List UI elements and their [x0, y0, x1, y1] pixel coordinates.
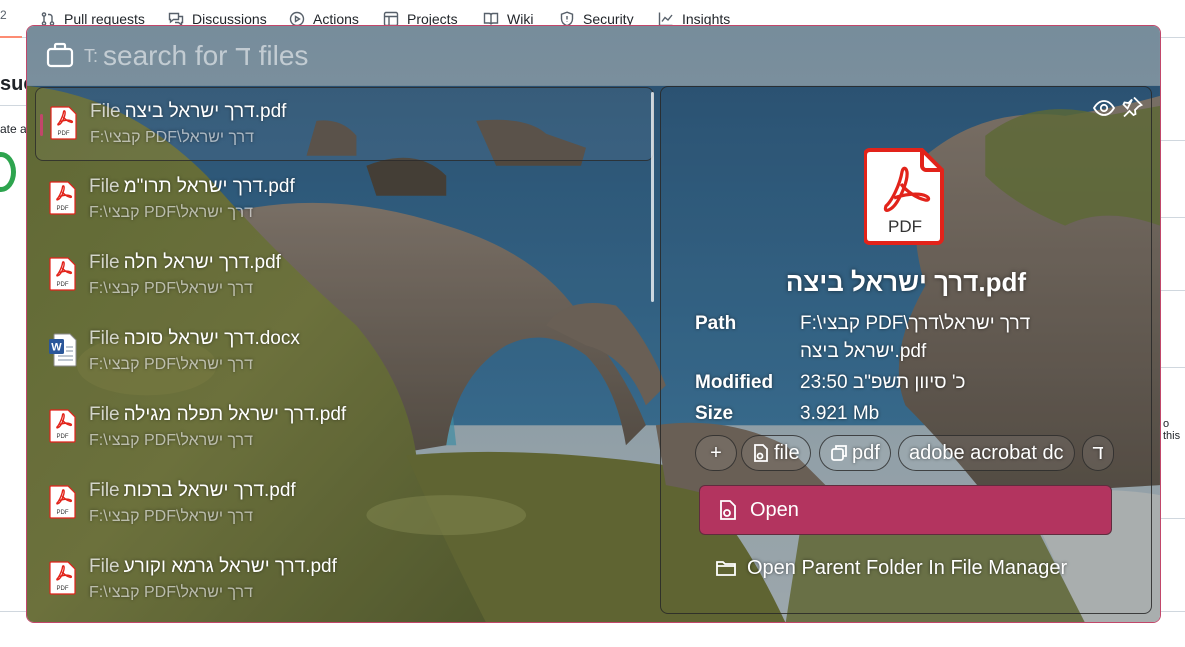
path-value-line1: F:\קבצי PDF\דרך ישראל\דרך: [800, 313, 1031, 334]
divider: [0, 105, 26, 106]
result-kind: File: [89, 556, 120, 577]
divider: [1161, 290, 1185, 291]
search-prefix: T:: [84, 46, 99, 66]
search-bar: T:: [27, 26, 1160, 86]
path-value-line2: ישראל ביצה.pdf: [800, 341, 927, 362]
result-item[interactable]: PDF File דרך ישראל ברכות.pdf F:\קבצי PDF\דר…: [35, 467, 654, 541]
result-title: File דרך ישראל סוכה.docx: [89, 328, 300, 350]
chip-label: adobe acrobat dc: [909, 441, 1064, 464]
svg-text:W: W: [51, 342, 62, 354]
add-tag-chip[interactable]: +: [695, 435, 737, 471]
divider: [1161, 367, 1185, 368]
results-list: PDF File דרך ישראל ביצה.pdf F:\קבצי PDF\דרך…: [35, 86, 654, 622]
active-tab-underline: [0, 36, 22, 38]
result-filename: דרך ישראל גרמא וקורע.pdf: [123, 556, 337, 577]
result-kind: File: [90, 101, 121, 122]
result-title: File דרך ישראל תפלה מגילה.pdf: [89, 404, 346, 426]
result-item[interactable]: PDF File דרך ישראל גרמא וקורע.pdf F:\קבצי P…: [35, 543, 654, 617]
open-button[interactable]: Open: [699, 485, 1112, 535]
word-document-icon: W: [49, 333, 77, 367]
result-kind: File: [89, 480, 120, 501]
result-filename: דרך ישראל ברכות.pdf: [123, 480, 296, 501]
result-filename: דרך ישראל תרו"מ.pdf: [123, 176, 295, 197]
result-path: F:\קבצי PDF\דרך ישראל: [90, 129, 254, 146]
result-path: F:\קבצי PDF\דרך ישראל: [89, 432, 253, 449]
briefcase-icon: [46, 42, 74, 68]
result-item[interactable]: PDF File דרך ישראל חלה.pdf F:\קבצי PDF\דרך …: [35, 239, 654, 313]
open-parent-label: Open Parent Folder In File Manager: [747, 556, 1068, 579]
search-input[interactable]: [103, 36, 703, 76]
tag-chip-pdf[interactable]: pdf: [819, 435, 891, 471]
tab-count: 2: [0, 8, 7, 22]
pdf-file-icon: PDF: [49, 485, 77, 519]
result-item[interactable]: W File דרך ישראל סוכה.docx F:\קבצי PDF\דרך …: [35, 315, 654, 389]
result-path: F:\קבצי PDF\דרך ישראל: [89, 204, 253, 221]
file-type-label: PDF: [888, 217, 922, 236]
copy-icon: [831, 445, 847, 461]
result-kind: File: [89, 328, 120, 349]
result-filename: דרך ישראל ביצה.pdf: [124, 101, 287, 122]
folder-icon: [716, 561, 736, 576]
file-open-icon: [720, 500, 736, 520]
pdf-file-icon: PDF: [49, 561, 77, 595]
text-fragment: o this: [1163, 418, 1181, 442]
pdf-file-icon: PDF: [49, 409, 77, 443]
divider: [1161, 518, 1185, 519]
eye-icon[interactable]: [1092, 97, 1116, 119]
preview-title: דרך ישראל ביצה.pdf: [785, 267, 1027, 297]
pdf-file-icon: PDF: [49, 257, 77, 291]
tag-chip-file[interactable]: file: [741, 435, 811, 471]
svg-text:PDF: PDF: [58, 131, 70, 137]
result-path: F:\קבצי PDF\דרך ישראל: [89, 356, 253, 373]
preview-panel: PDF דרך ישראל ביצה.pdf Path F:\קבצי PDF\…: [660, 86, 1152, 614]
svg-text:PDF: PDF: [57, 434, 69, 440]
svg-text:PDF: PDF: [57, 206, 69, 212]
result-title: File דרך ישראל גרמא וקורע.pdf: [89, 556, 337, 578]
text-fragment: ate a: [0, 122, 27, 136]
result-title: File דרך ישראל תרו"מ.pdf: [89, 176, 295, 198]
result-title: File דרך ישראל ביצה.pdf: [90, 101, 286, 123]
open-parent-folder-button[interactable]: Open Parent Folder In File Manager: [715, 553, 1067, 583]
chip-label: file: [774, 441, 800, 464]
launcher-window: T: PDFFileדרך ישראל ביצה.pdfF:\קבצי PDF\…: [26, 25, 1161, 623]
avatar-fragment: [0, 152, 16, 192]
result-kind: File: [89, 404, 120, 425]
file-icon: [754, 444, 768, 462]
size-value: 3.921 Mb: [800, 403, 880, 424]
result-item[interactable]: PDF File דרך ישראל ביצה.pdf F:\קבצי PDF\דרך…: [35, 87, 654, 161]
svg-text:PDF: PDF: [57, 282, 69, 288]
chip-label: pdf: [852, 441, 880, 464]
pin-icon[interactable]: [1120, 95, 1144, 119]
result-filename: דרך ישראל תפלה מגילה.pdf: [123, 404, 347, 425]
result-title: File דרך ישראל חלה.pdf: [89, 252, 281, 274]
pdf-file-icon: PDF: [864, 148, 944, 245]
svg-text:PDF: PDF: [57, 586, 69, 592]
modified-label: Modified: [695, 372, 774, 393]
modified-value: כ' סיוון תשפ"ב 23:50: [800, 372, 966, 393]
result-path: F:\קבצי PDF\דרך ישראל: [89, 584, 253, 601]
result-kind: File: [89, 252, 120, 273]
results-scrollbar[interactable]: [651, 92, 654, 302]
divider: [1161, 217, 1185, 218]
result-title: File דרך ישראל ברכות.pdf: [89, 480, 296, 502]
pdf-file-icon: PDF: [50, 106, 78, 140]
chip-label: ד: [1092, 441, 1104, 464]
open-label: Open: [750, 498, 799, 521]
result-path: F:\קבצי PDF\דרך ישראל: [89, 508, 253, 525]
svg-text:PDF: PDF: [57, 510, 69, 516]
result-path: F:\קבצי PDF\דרך ישראל: [89, 280, 253, 297]
result-item[interactable]: PDF File דרך ישראל תרו"מ.pdf F:\קבצי PDF\דר…: [35, 163, 654, 237]
result-filename: דרך ישראל חלה.pdf: [123, 252, 281, 273]
result-item[interactable]: PDF File דרך ישראל תפלה מגילה.pdf F:\קבצי P…: [35, 391, 654, 465]
selection-indicator: [40, 114, 43, 136]
size-label: Size: [695, 403, 734, 424]
plus-icon: +: [710, 441, 722, 464]
result-kind: File: [89, 176, 120, 197]
path-label: Path: [695, 313, 737, 334]
pdf-file-icon: PDF: [49, 181, 77, 215]
tag-chip-app[interactable]: adobe acrobat dc: [898, 435, 1075, 471]
result-filename: דרך ישראל סוכה.docx: [123, 328, 300, 349]
divider: [1161, 140, 1185, 141]
tag-chip-letter[interactable]: ד: [1082, 435, 1114, 471]
